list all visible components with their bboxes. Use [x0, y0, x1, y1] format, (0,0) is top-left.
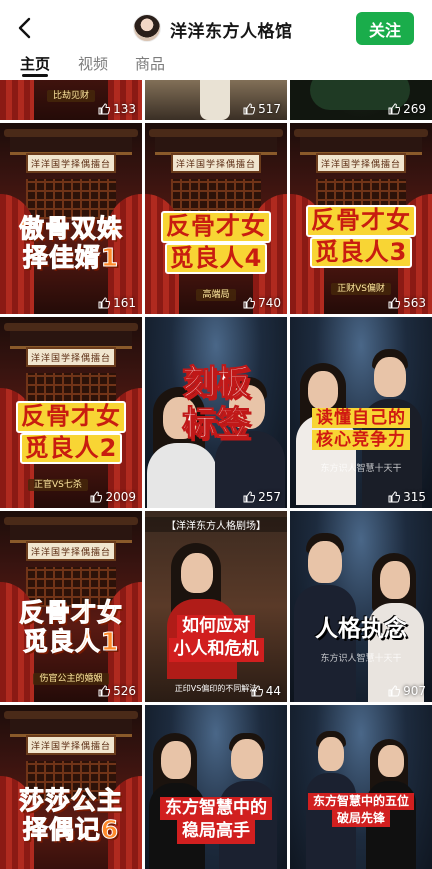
thumbs-up-icon: [98, 297, 111, 309]
channel-name[interactable]: 洋洋东方人格馆: [170, 17, 293, 42]
like-count: 740: [243, 296, 281, 310]
stage-sign: 洋洋国学择偶擂台: [316, 153, 406, 173]
video-tag: 东方识人智慧十天干: [320, 464, 402, 474]
video-thumbnail[interactable]: 269: [290, 80, 432, 120]
tab-videos[interactable]: 视频: [78, 53, 108, 74]
thumbs-up-icon: [388, 297, 401, 309]
active-tab-indicator: [22, 74, 48, 77]
like-count: 133: [98, 102, 136, 116]
thumbs-up-icon: [243, 103, 256, 115]
video-title: 读懂自己的 核心竞争力: [290, 407, 432, 451]
thumbs-up-icon: [388, 103, 401, 115]
video-title: 如何应对 小人和危机: [145, 615, 287, 662]
stage-sign: 洋洋国学择偶擂台: [26, 347, 116, 367]
video-thumbnail[interactable]: 比劫见财 133: [0, 80, 142, 120]
like-count: 907: [388, 684, 426, 698]
stage-sign: 洋洋国学择偶擂台: [26, 541, 116, 561]
like-count: 269: [388, 102, 426, 116]
like-count: 2009: [90, 490, 136, 504]
like-count: 44: [251, 684, 281, 698]
stage-sign: 洋洋国学择偶擂台: [26, 153, 116, 173]
video-series-label: 【洋洋东方人格剧场】: [145, 517, 287, 532]
video-grid: 比劫见财 133 517 269 洋洋国学择偶擂台 傲骨双姝择佳婿1 161: [0, 80, 432, 869]
like-count: 526: [98, 684, 136, 698]
like-count: 161: [98, 296, 136, 310]
thumbs-up-icon: [90, 491, 103, 503]
video-thumbnail[interactable]: 洋洋国学择偶擂台 傲骨双姝 择佳婿1 161: [0, 123, 142, 314]
video-title: 人格执念: [315, 616, 407, 642]
video-title: 反骨才女 觅良人3: [290, 205, 432, 269]
thumbs-up-icon: [243, 491, 256, 503]
video-title: 傲骨双姝 择佳婿1: [18, 214, 123, 272]
video-thumbnail[interactable]: 人格执念 东方识人智慧十天干 907: [290, 511, 432, 702]
thumbs-up-icon: [98, 685, 111, 697]
video-title: 刻板 标签: [182, 363, 251, 445]
chevron-left-icon: [18, 17, 31, 39]
stage-sign: 洋洋国学择偶擂台: [26, 735, 116, 755]
video-thumbnail[interactable]: 洋洋国学择偶擂台 反骨才女 觅良人4 高端局 740: [145, 123, 287, 314]
tab-home[interactable]: 主页: [20, 53, 50, 74]
video-title: 东方智慧中的五位 破局先锋: [290, 793, 432, 827]
video-thumbnail[interactable]: 洋洋国学择偶擂台 莎莎公主 择偶记6: [0, 705, 142, 869]
follow-button[interactable]: 关注: [356, 12, 414, 45]
tab-products[interactable]: 商品: [135, 53, 165, 74]
stage-sign: 洋洋国学择偶擂台: [171, 153, 261, 173]
video-thumbnail[interactable]: 洋洋国学择偶擂台 反骨才女 觅良人1 伤官公主的婚姻 526: [0, 511, 142, 702]
thumbs-up-icon: [98, 103, 111, 115]
video-title: 反骨才女 觅良人2: [0, 401, 142, 465]
video-tag: 正财VS偏财: [290, 281, 432, 295]
video-thumbnail[interactable]: 【洋洋东方人格剧场】 如何应对 小人和危机 正印VS偏印的不同解法 44: [145, 511, 287, 702]
video-thumbnail[interactable]: 刻板 标签 257: [145, 317, 287, 508]
thumbs-up-icon: [243, 297, 256, 309]
back-button[interactable]: [10, 14, 38, 42]
video-title: 莎莎公主 择偶记6: [18, 786, 123, 844]
tab-bar: 主页 视频 商品: [0, 46, 432, 80]
video-title: 东方智慧中的 稳局高手: [145, 797, 287, 844]
video-thumbnail[interactable]: 洋洋国学择偶擂台 反骨才女 觅良人2 正官VS七杀 2009: [0, 317, 142, 508]
video-thumbnail[interactable]: 东方智慧中的五位 破局先锋: [290, 705, 432, 869]
video-thumbnail[interactable]: 517: [145, 80, 287, 120]
video-thumbnail[interactable]: 东方智慧中的 稳局高手: [145, 705, 287, 869]
video-thumbnail[interactable]: 读懂自己的 核心竞争力 东方识人智慧十天干 315: [290, 317, 432, 508]
thumbs-up-icon: [388, 491, 401, 503]
video-tag: 东方识人智慧十天干: [320, 654, 402, 664]
like-count: 517: [243, 102, 281, 116]
video-tag: 正官VS七杀: [0, 477, 142, 491]
channel-avatar[interactable]: [133, 14, 161, 42]
like-count: 257: [243, 490, 281, 504]
video-title: 反骨才女 觅良人1: [18, 598, 123, 656]
video-title: 反骨才女 觅良人4: [145, 211, 287, 275]
video-thumbnail[interactable]: 洋洋国学择偶擂台 反骨才女 觅良人3 正财VS偏财 563: [290, 123, 432, 314]
like-count: 315: [388, 490, 426, 504]
thumbs-up-icon: [388, 685, 401, 697]
video-tag: 伤官公主的婚姻: [0, 671, 142, 685]
like-count: 563: [388, 296, 426, 310]
thumbs-up-icon: [251, 685, 263, 697]
